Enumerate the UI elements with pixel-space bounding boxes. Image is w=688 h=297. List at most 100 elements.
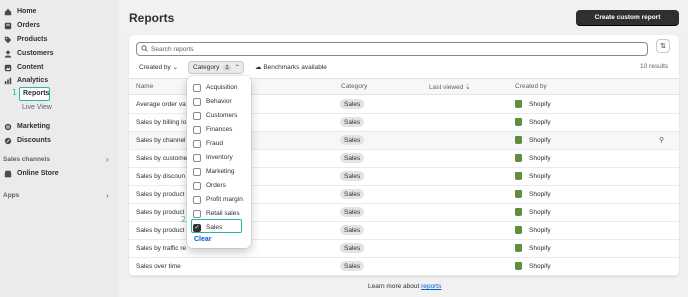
sidebar-item-label: Customers [17,50,54,57]
report-name[interactable]: Sales over time [136,263,181,270]
checkbox[interactable] [193,111,201,120]
content-icon [3,63,12,72]
shopify-icon [515,226,522,234]
category-option-acquisition[interactable]: Acquisition [193,82,237,93]
checkbox[interactable] [193,181,201,190]
category-badge: Sales [340,153,365,163]
category-option-retail-sales[interactable]: Retail sales [193,208,240,219]
category-option-finances[interactable]: Finances [193,124,232,135]
create-custom-report-button[interactable]: Create custom report [576,10,679,25]
sidebar-item-marketing[interactable]: Marketing [3,121,50,132]
report-name[interactable]: Sales by product [136,227,184,234]
sidebar-item-label: Analytics [17,77,49,84]
report-name[interactable]: Sales by custome [136,155,187,162]
column-last-viewed[interactable]: Last viewed ⇣ [429,83,471,91]
category-option-marketing[interactable]: Marketing [193,166,235,177]
sidebar-item-content[interactable]: Content [3,62,43,73]
report-name[interactable]: Sales by traffic re [136,245,186,252]
category-option-orders[interactable]: Orders [193,180,226,191]
sort-button[interactable]: ⇅ [656,39,670,53]
checkbox[interactable] [193,167,201,176]
filter-label: Created by [139,64,171,71]
report-name[interactable]: Average order va [136,101,186,108]
column-category: Category [341,83,368,90]
chevron-right-icon[interactable]: › [106,191,109,200]
cloud-icon: ☁ [255,64,262,71]
sidebar-item-label: Home [17,8,37,15]
pin-icon[interactable]: ⚲ [659,136,664,144]
chevron-right-icon[interactable]: › [106,155,109,164]
shopify-icon [515,136,522,144]
created-by-cell: Shopify [515,226,551,234]
checkbox[interactable] [193,153,201,162]
report-name[interactable]: Sales by billing lo [136,119,186,126]
search-placeholder: Search reports [151,45,194,53]
footer-text: Learn more about [368,283,420,290]
sidebar-item-analytics[interactable]: Analytics [3,75,48,86]
sidebar-item-live-view[interactable]: Live View [22,104,52,111]
chart-icon [3,76,12,85]
created-by-cell: Shopify [515,208,551,216]
checkbox[interactable] [193,195,201,204]
filter-label: Category [193,64,220,71]
shopify-icon [515,118,522,126]
table-row[interactable]: Sales over time Sales Shopify [129,258,679,276]
report-name[interactable]: Sales by product [136,209,184,216]
sidebar-item-orders[interactable]: Orders [3,20,40,31]
sidebar-item-label: Online Store [17,170,59,177]
sidebar-item-label: Discounts [17,137,51,144]
report-name[interactable]: Sales by product [136,191,184,198]
checkbox[interactable] [193,125,201,134]
shopify-icon [515,208,522,216]
category-option-inventory[interactable]: Inventory [193,152,233,163]
benchmarks-filter[interactable]: ☁ Benchmarks available [255,63,327,71]
checkbox[interactable] [193,83,201,92]
sidebar-item-discounts[interactable]: Discounts [3,135,51,146]
shopify-icon [515,172,522,180]
category-option-behavior[interactable]: Behavior [193,96,232,107]
shopify-icon [515,154,522,162]
sidebar-item-products[interactable]: Products [3,34,47,45]
home-icon [3,7,12,16]
sidebar-item-home[interactable]: Home [3,6,36,17]
created-by-cell: Shopify [515,154,551,162]
sidebar-item-reports[interactable]: Reports [19,87,50,101]
person-icon [3,49,12,58]
search-input[interactable]: Search reports [136,42,648,56]
option-label: Behavior [206,98,232,105]
clear-button[interactable]: Clear [194,236,212,243]
sidebar-item-customers[interactable]: Customers [3,48,54,59]
category-option-customers[interactable]: Customers [193,110,237,121]
store-icon [3,169,12,178]
created-by-cell: Shopify [515,190,551,198]
filter-label: Benchmarks available [263,64,327,71]
step-marker-2: 2 [181,215,187,224]
created-by-cell: Shopify [515,244,551,252]
creator-name: Shopify [529,244,551,252]
sidebar-item-label: Orders [17,22,40,29]
discount-icon [3,136,12,145]
checkbox[interactable] [193,139,201,148]
category-filter[interactable]: Category 1 ⌃ [188,61,244,74]
column-name: Name [136,83,154,90]
creator-name: Shopify [529,226,551,234]
checkbox[interactable] [193,209,201,218]
option-label: Inventory [206,154,233,161]
sidebar-item-label: Content [17,64,44,71]
sales-option-highlight [191,219,242,233]
sidebar-item-online-store[interactable]: Online Store [3,168,59,179]
report-name[interactable]: Sales by channel [136,137,186,144]
category-option-profit-margin[interactable]: Profit margin [193,194,243,205]
reports-help-link[interactable]: reports [421,283,441,290]
category-badge: Sales [340,189,365,199]
column-label: Last viewed [429,84,464,91]
category-badge: Sales [340,243,365,253]
report-name[interactable]: Sales by discoun [136,173,185,180]
option-label: Retail sales [206,210,240,217]
category-badge: Sales [340,261,365,271]
creator-name: Shopify [529,190,551,198]
apps-heading: Apps [3,192,20,199]
created-by-filter[interactable]: Created by ⌄ [139,63,178,71]
category-option-fraud[interactable]: Fraud [193,138,223,149]
checkbox[interactable] [193,97,201,106]
